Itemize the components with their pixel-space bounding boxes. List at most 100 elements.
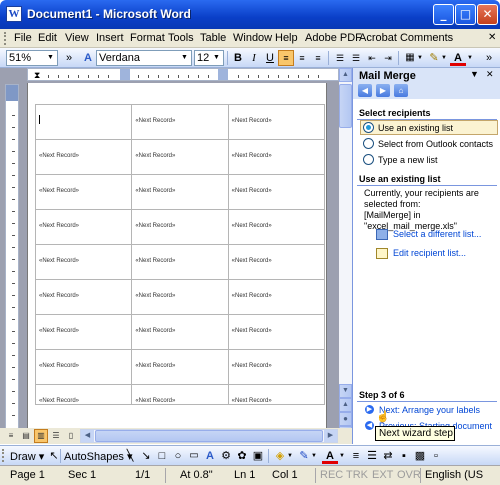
- table-cell[interactable]: «Next Record»: [131, 279, 229, 315]
- table-cell[interactable]: «Next Record»: [34, 139, 133, 175]
- chevron-down-icon[interactable]: ▼: [286, 448, 294, 464]
- radio-label[interactable]: Type a new list: [378, 155, 438, 165]
- dash-style-icon[interactable]: ☰: [364, 448, 380, 464]
- arrow-style-icon[interactable]: ⇄: [380, 448, 396, 464]
- menu-edit[interactable]: Edit: [38, 32, 57, 44]
- table-cell[interactable]: «Next Record»: [131, 104, 229, 140]
- chevron-down-icon[interactable]: ▼: [310, 448, 318, 464]
- scroll-left-icon[interactable]: ◀: [81, 430, 94, 442]
- labels-table[interactable]: «Next Record» «Next Record» «Next Record…: [34, 104, 326, 405]
- status-ovr[interactable]: OVR: [397, 469, 421, 481]
- table-cell[interactable]: «Next Record»: [34, 279, 133, 315]
- table-cell[interactable]: «Next Record»: [131, 349, 229, 385]
- vertical-scrollbar[interactable]: ▲ ▼ ▲ ● ▼: [339, 68, 352, 440]
- oval-icon[interactable]: ○: [170, 448, 186, 464]
- align-center-button[interactable]: ≡: [294, 50, 310, 66]
- text-box-icon[interactable]: ▭: [186, 448, 202, 464]
- chevron-down-icon[interactable]: ▼: [466, 50, 474, 66]
- table-cell[interactable]: [34, 104, 133, 140]
- select-different-list-link[interactable]: Select a different list...: [393, 229, 481, 239]
- table-cell[interactable]: «Next Record»: [227, 384, 326, 405]
- radio-label[interactable]: Use an existing list: [378, 123, 453, 133]
- chevron-down-icon[interactable]: ▼: [338, 448, 346, 464]
- wordart-icon[interactable]: A: [202, 448, 218, 464]
- bullets-icon[interactable]: ☰: [348, 50, 364, 66]
- table-cell[interactable]: «Next Record»: [34, 384, 133, 405]
- column-marker[interactable]: [218, 69, 228, 80]
- menu-close-icon[interactable]: ✕: [488, 32, 496, 43]
- indent-marker-icon[interactable]: ⧗: [34, 69, 40, 81]
- table-cell[interactable]: «Next Record»: [227, 244, 326, 280]
- table-cell[interactable]: «Next Record»: [131, 314, 229, 350]
- outline-view-icon[interactable]: ☰: [49, 429, 63, 443]
- status-trk[interactable]: TRK: [346, 469, 368, 481]
- picture-icon[interactable]: ▣: [250, 448, 266, 464]
- pane-menu-icon[interactable]: ▼: [470, 69, 479, 79]
- increase-indent-icon[interactable]: ⇥: [380, 50, 396, 66]
- previous-arrow-icon[interactable]: ◀: [365, 421, 374, 430]
- select-list-icon[interactable]: [376, 229, 388, 240]
- numbering-icon[interactable]: ☰: [332, 50, 348, 66]
- status-rec[interactable]: REC: [320, 469, 343, 481]
- radio-existing-list[interactable]: [363, 122, 374, 133]
- more-buttons-icon[interactable]: »: [484, 50, 494, 66]
- underline-button[interactable]: U: [262, 50, 278, 66]
- 3d-style-icon[interactable]: ▩: [412, 448, 428, 464]
- menu-table[interactable]: Table: [200, 32, 226, 44]
- menu-help[interactable]: Help: [275, 32, 298, 44]
- menu-insert[interactable]: Insert: [96, 32, 124, 44]
- font-size-box[interactable]: 12 ▼: [194, 50, 224, 66]
- scroll-down-icon[interactable]: ▼: [339, 384, 352, 398]
- pane-close-icon[interactable]: ✕: [486, 69, 494, 80]
- chevron-down-icon[interactable]: ▼: [440, 50, 448, 66]
- table-cell[interactable]: «Next Record»: [131, 384, 229, 405]
- maximize-button[interactable]: □: [455, 4, 476, 25]
- diagram-icon[interactable]: ⚙: [218, 448, 234, 464]
- scroll-thumb[interactable]: [95, 430, 323, 442]
- prev-page-icon[interactable]: ▲: [339, 398, 352, 412]
- bold-button[interactable]: B: [230, 50, 246, 66]
- print-layout-icon[interactable]: ▥: [34, 429, 48, 443]
- table-cell[interactable]: «Next Record»: [131, 139, 229, 175]
- table-cell[interactable]: «Next Record»: [34, 209, 133, 245]
- align-left-button[interactable]: ≡: [278, 50, 294, 66]
- align-right-button[interactable]: ≡: [310, 50, 326, 66]
- table-cell[interactable]: «Next Record»: [34, 244, 133, 280]
- table-cell[interactable]: «Next Record»: [34, 314, 133, 350]
- line-icon[interactable]: ╲: [122, 448, 138, 464]
- font-box[interactable]: Verdana ▼: [96, 50, 192, 66]
- table-cell[interactable]: «Next Record»: [131, 244, 229, 280]
- column-marker[interactable]: [120, 69, 130, 80]
- status-ext[interactable]: EXT: [372, 469, 393, 481]
- horizontal-scrollbar[interactable]: ◀ ▶: [80, 429, 338, 443]
- table-cell[interactable]: «Next Record»: [34, 349, 133, 385]
- more-buttons-icon[interactable]: »: [64, 50, 74, 66]
- arrow-icon[interactable]: ↘: [138, 448, 154, 464]
- menu-view[interactable]: View: [65, 32, 89, 44]
- table-cell[interactable]: «Next Record»: [227, 349, 326, 385]
- word-icon[interactable]: W: [6, 6, 22, 22]
- italic-button[interactable]: I: [246, 50, 262, 66]
- menu-file[interactable]: File: [14, 32, 32, 44]
- menu-adobe-pdf[interactable]: Adobe PDF: [305, 32, 362, 44]
- menu-acrobat-comments[interactable]: Acrobat Comments: [359, 32, 453, 44]
- close-button[interactable]: ✕: [477, 4, 498, 25]
- normal-view-icon[interactable]: ≡: [4, 429, 18, 443]
- document-page[interactable]: «Next Record» «Next Record» «Next Record…: [27, 83, 327, 435]
- edit-list-icon[interactable]: [376, 248, 388, 259]
- edit-recipient-list-link[interactable]: Edit recipient list...: [393, 248, 466, 258]
- menu-format[interactable]: Format: [130, 32, 165, 44]
- next-arrow-icon[interactable]: ▶: [365, 405, 374, 414]
- menu-tools[interactable]: Tools: [168, 32, 194, 44]
- reading-layout-icon[interactable]: ▯: [64, 429, 78, 443]
- next-step-link[interactable]: Next: Arrange your labels: [379, 405, 480, 415]
- table-cell[interactable]: «Next Record»: [227, 279, 326, 315]
- clip-art-icon[interactable]: ✿: [234, 448, 250, 464]
- scroll-up-icon[interactable]: ▲: [339, 68, 352, 82]
- back-icon[interactable]: ◀: [358, 84, 372, 97]
- table-cell[interactable]: «Next Record»: [34, 174, 133, 210]
- table-cell[interactable]: «Next Record»: [227, 209, 326, 245]
- radio-label[interactable]: Select from Outlook contacts: [378, 139, 493, 149]
- line-style-icon[interactable]: ≡: [348, 448, 364, 464]
- table-cell[interactable]: «Next Record»: [227, 314, 326, 350]
